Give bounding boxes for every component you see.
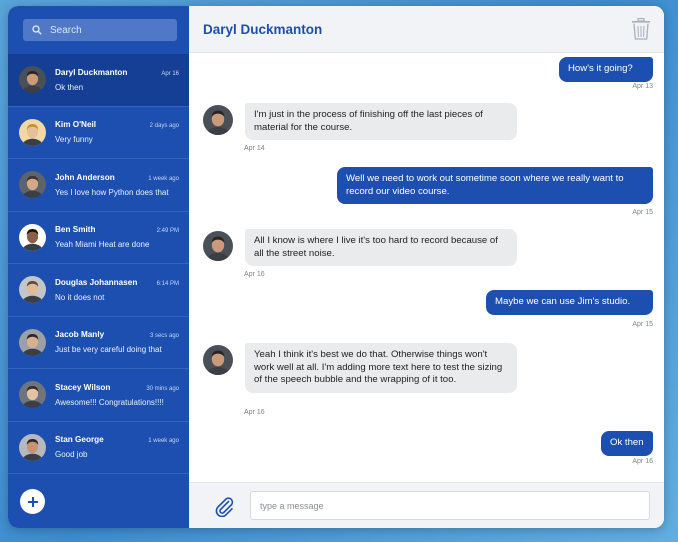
message-timestamp: Apr 15 [632, 321, 653, 328]
contact-time: 1 week ago [148, 175, 179, 182]
contact-time: Apr 16 [161, 70, 179, 77]
contact-text: Stan George 1 week ago Good job [55, 435, 189, 459]
avatar [19, 171, 46, 199]
contact-text: Jacob Manly 3 secs ago Just be very care… [55, 330, 189, 354]
message-timestamp: Apr 14 [244, 145, 265, 152]
contact-name: Jacob Manly [55, 330, 105, 340]
contact-item[interactable]: Ben Smith 2:49 PM Yeah Miami Heat are do… [8, 212, 189, 264]
outgoing-message: Maybe we can use Jim's studio. [486, 290, 653, 315]
conversation-header: Daryl Duckmanton [189, 6, 664, 53]
contact-list: Daryl Duckmanton Apr 16 Ok then Kim O'Ne… [8, 54, 189, 528]
chat-app: Daryl Duckmanton Apr 16 Ok then Kim O'Ne… [8, 6, 664, 528]
contact-last-message: Awesome!!! Congratulations!!!! [55, 397, 164, 407]
message-list: How's it going? Apr 13 I'm just in the pro… [189, 53, 664, 482]
contact-name: Stan George [55, 435, 104, 445]
contact-time: 1 week ago [148, 438, 179, 445]
message-timestamp: Apr 16 [632, 458, 653, 465]
avatar [203, 231, 233, 261]
message-timestamp: Apr 16 [244, 271, 265, 278]
contact-time: 3 secs ago [149, 333, 179, 340]
contact-item[interactable]: Kim O'Neil 2 days ago Very funny [8, 107, 189, 159]
message-timestamp: Apr 15 [632, 209, 653, 216]
contact-text: Kim O'Neil 2 days ago Very funny [55, 120, 189, 144]
contact-text: Daryl Duckmanton Apr 16 Ok then [55, 68, 189, 92]
message-timestamp: Apr 16 [244, 409, 265, 416]
avatar [203, 105, 233, 135]
contact-item[interactable]: Stacey Wilson 30 mins ago Awesome!!! Con… [8, 369, 189, 422]
plus-icon [27, 496, 38, 507]
incoming-message: Yeah I think it's best we do that. Other… [245, 343, 517, 393]
trash-icon[interactable] [631, 18, 651, 40]
message-input[interactable] [250, 491, 650, 520]
paperclip-icon[interactable] [213, 495, 235, 517]
contact-text: Ben Smith 2:49 PM Yeah Miami Heat are do… [55, 225, 189, 249]
avatar [19, 66, 46, 94]
message-timestamp: Apr 13 [632, 83, 653, 90]
contact-time: 30 mins ago [146, 385, 179, 392]
contact-last-message: No it does not [55, 292, 105, 302]
search-icon [32, 25, 42, 35]
contact-name: John Anderson [55, 172, 115, 182]
contact-name: Ben Smith [55, 225, 96, 235]
contact-last-message: Just be very careful doing that [55, 345, 162, 355]
avatar [19, 118, 46, 146]
contact-last-message: Ok then [55, 82, 84, 92]
new-conversation-button[interactable] [20, 489, 45, 514]
contact-item[interactable]: Daryl Duckmanton Apr 16 Ok then [8, 54, 189, 107]
search-box[interactable] [23, 19, 177, 41]
contact-text: Stacey Wilson 30 mins ago Awesome!!! Con… [55, 383, 189, 407]
search-area [8, 6, 189, 54]
avatar [19, 223, 46, 251]
contact-item[interactable]: Stan George 1 week ago Good job [8, 422, 189, 474]
avatar [19, 276, 46, 304]
incoming-message: I'm just in the process of finishing off… [245, 103, 517, 140]
avatar [19, 381, 46, 409]
contact-item[interactable]: Douglas Johannasen 6:14 PM No it does no… [8, 264, 189, 317]
contact-last-message: Yeah Miami Heat are done [55, 240, 150, 250]
contact-time: 6:14 PM [156, 280, 179, 287]
contact-item[interactable]: Jacob Manly 3 secs ago Just be very care… [8, 317, 189, 369]
contact-name: Stacey Wilson [55, 382, 111, 392]
contact-time: 2 days ago [149, 123, 179, 130]
contact-last-message: Yes I love how Python does that [55, 187, 169, 197]
contact-name: Daryl Duckmanton [55, 67, 128, 77]
avatar [203, 345, 233, 375]
contact-text: Douglas Johannasen 6:14 PM No it does no… [55, 278, 189, 302]
contact-last-message: Good job [55, 450, 88, 460]
outgoing-message: Well we need to work out sometime soon w… [337, 167, 653, 204]
composer [189, 482, 664, 528]
contact-text: John Anderson 1 week ago Yes I love how … [55, 173, 189, 197]
search-input[interactable] [50, 24, 150, 36]
incoming-message: All I know is where I live it's too hard… [245, 229, 517, 266]
contact-name: Kim O'Neil [55, 120, 97, 130]
contact-item[interactable]: John Anderson 1 week ago Yes I love how … [8, 159, 189, 212]
contact-time: 2:49 PM [156, 228, 179, 235]
avatar [19, 328, 46, 356]
conversation-title: Daryl Duckmanton [203, 21, 323, 37]
contact-last-message: Very funny [55, 135, 93, 145]
avatar [19, 433, 46, 461]
sidebar: Daryl Duckmanton Apr 16 Ok then Kim O'Ne… [8, 6, 189, 528]
conversation-panel: Daryl Duckmanton How's it going? Apr 13 I'… [189, 6, 664, 528]
outgoing-message: Ok then [601, 431, 653, 456]
outgoing-message: How's it going? [559, 57, 653, 82]
contact-name: Douglas Johannasen [55, 277, 138, 287]
